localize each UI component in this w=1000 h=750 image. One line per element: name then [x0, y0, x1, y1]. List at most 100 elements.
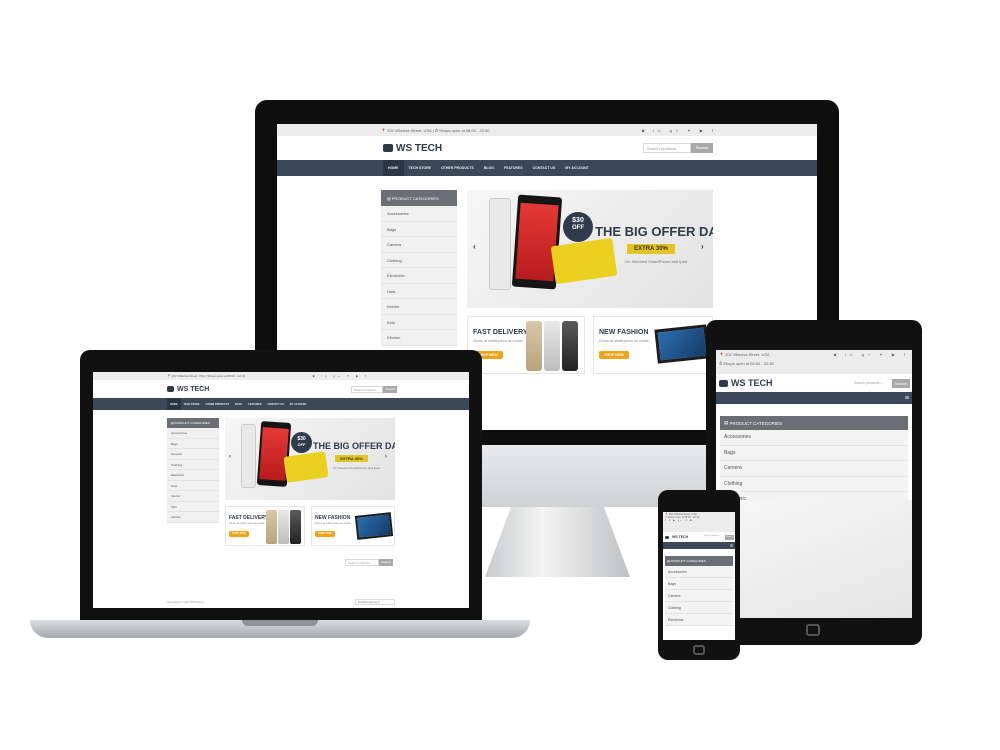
category-item[interactable]: Electronic — [381, 268, 457, 284]
search-input[interactable]: Search products... — [852, 378, 892, 388]
shop-now-button[interactable]: SHOP NOW — [315, 531, 335, 537]
social-icons[interactable]: ◙ in g+ ✦ ▶ f — [313, 374, 369, 378]
categories-title: PRODUCT CATEGORIES — [729, 420, 783, 426]
category-item[interactable]: Accessories — [720, 430, 908, 446]
nav-tech-store[interactable]: TECH STORE — [404, 160, 437, 176]
shop-now-button[interactable]: SHOP NOW — [229, 531, 249, 537]
category-item[interactable]: Kitchen — [167, 512, 219, 523]
category-item[interactable]: Clothing — [665, 602, 733, 614]
search-button[interactable]: Search — [691, 143, 713, 153]
category-item[interactable]: Clothing — [167, 460, 219, 470]
social-icons[interactable]: f ✦ ▶ g+ in ◙ — [665, 519, 733, 522]
top-info-bar: 📍 202 Villavisa Street, USA | Shops open… — [93, 372, 469, 380]
search-button[interactable]: Search — [379, 559, 393, 566]
category-item[interactable]: Clothing — [381, 253, 457, 268]
device-showcase: 📍 202 Villavisa Street, USA | ⏱ Shops op… — [0, 0, 1000, 750]
address-text: 202 Villavisa Street, USA — [171, 374, 205, 378]
hamburger-menu-icon[interactable]: ≡ — [905, 395, 909, 402]
nav-my-account[interactable]: MY ACCOUNT — [560, 160, 594, 176]
category-item[interactable]: Camera — [381, 237, 457, 253]
home-button-icon[interactable] — [806, 624, 820, 636]
chevron-right-icon[interactable]: › — [701, 242, 704, 251]
nav-blog[interactable]: BLOG — [479, 160, 499, 176]
search-button[interactable]: Search — [892, 378, 910, 388]
hamburger-menu-icon[interactable]: ≡ — [730, 543, 733, 549]
main-nav: HOME TECH STORE OTHER PRODUCTS BLOG FEAT… — [277, 160, 817, 176]
badge-price: $30 — [572, 217, 584, 224]
nav-my-account[interactable]: MY ACCOUNT — [287, 398, 310, 410]
site-header: WS TECH Search products... Search — [93, 380, 469, 398]
home-button-icon[interactable] — [693, 645, 705, 655]
category-item[interactable]: Interior — [381, 299, 457, 315]
bottom-search-bar: Search products... Search — [345, 559, 393, 566]
category-item[interactable]: Accessories — [381, 206, 457, 222]
category-item[interactable]: Bags — [381, 222, 457, 237]
phone-yellow-image — [550, 237, 618, 285]
hero-slider[interactable]: $30 OFF THE BIG OFFER DAY EXTRA 30% On Se… — [467, 190, 713, 308]
hero-slider[interactable]: $30 OFF THE BIG OFFER DAY EXTRA 30% On Se… — [225, 418, 395, 500]
site-logo[interactable]: WS TECH — [167, 386, 209, 393]
category-item[interactable]: Accessories — [167, 428, 219, 439]
phone-white-image — [241, 424, 256, 488]
category-item[interactable]: Camera — [720, 461, 908, 477]
hours-text: Shops open at 08:00 - 22:30 — [723, 361, 774, 366]
apple-logo-icon — [537, 460, 561, 488]
location-info: 📍 202 Villavisa Street, USA | Shops open… — [167, 374, 246, 378]
chevron-left-icon[interactable]: ‹ — [473, 242, 476, 251]
category-item[interactable]: Camera — [167, 449, 219, 460]
category-item[interactable]: Kids — [381, 315, 457, 330]
nav-contact-us[interactable]: CONTACT US — [265, 398, 287, 410]
category-item[interactable]: Camera — [665, 590, 733, 602]
phone-gray-image — [290, 510, 301, 544]
nav-other-products[interactable]: OTHER PRODUCTS — [436, 160, 479, 176]
phone-gray-image — [562, 321, 578, 371]
promo-new-fashion[interactable]: NEW FASHION Donec at mattis purus ac orn… — [593, 316, 713, 374]
promo-desc: Donec at mattis purus ac ornare — [229, 522, 265, 525]
category-item[interactable]: Kitchen — [381, 330, 457, 346]
nav-tech-store[interactable]: TECH STORE — [181, 398, 203, 410]
search-button[interactable]: Search — [383, 385, 397, 393]
nav-contact-us[interactable]: CONTACT US — [528, 160, 561, 176]
category-item[interactable]: Electronic — [167, 470, 219, 481]
location-info: 📍 202 Villavisa Street, USA — [719, 352, 770, 357]
category-item[interactable]: Accessories — [665, 566, 733, 578]
category-item[interactable]: Kids — [167, 502, 219, 512]
search-input[interactable]: Search products... — [703, 534, 725, 540]
shop-now-button[interactable]: SHOP NOW — [599, 351, 629, 359]
promo-new-fashion[interactable]: NEW FASHION Donec at mattis purus ac orn… — [311, 506, 395, 546]
search-bar: Search products... Search — [852, 378, 910, 388]
site-logo[interactable]: WS TECH — [665, 535, 688, 539]
nav-home[interactable]: HOME — [167, 398, 181, 410]
category-item[interactable]: Hats — [381, 284, 457, 299]
nav-blog[interactable]: BLOG — [232, 398, 245, 410]
extra-discount: EXTRA 30% — [627, 244, 675, 254]
nav-other-products[interactable]: OTHER PRODUCTS — [203, 398, 232, 410]
logo-icon — [167, 386, 174, 392]
search-input[interactable]: Search products... — [643, 143, 691, 153]
nav-home[interactable]: HOME — [383, 160, 404, 176]
category-item[interactable]: Interior — [167, 491, 219, 502]
category-item[interactable]: Hats — [167, 481, 219, 491]
search-input[interactable]: Search products... — [351, 385, 383, 393]
chevron-right-icon[interactable]: › — [385, 454, 387, 460]
social-icons[interactable]: ◙ in g+ ✦ ▶ f — [834, 352, 909, 357]
social-icons[interactable]: ◙ in g+ ✦ ▶ f — [642, 128, 717, 133]
nav-features[interactable]: FEATURES — [245, 398, 264, 410]
category-item[interactable]: Bags — [167, 439, 219, 449]
tablet-laptop-image — [654, 324, 710, 364]
product-categories: ▤ PRODUCT CATEGORIES Accessories Bags Ca… — [381, 190, 457, 346]
phone-gold-image — [266, 510, 277, 544]
nav-features[interactable]: FEATURES — [499, 160, 528, 176]
search-button[interactable]: Search — [725, 534, 734, 540]
promo-fast-delivery[interactable]: FAST DELIVERY Donec at mattis purus ac o… — [225, 506, 305, 546]
top-info-bar: 📍 202 Villavisa Street, USA | ⏱ Shops op… — [277, 124, 817, 136]
chevron-left-icon[interactable]: ‹ — [229, 454, 231, 460]
site-logo[interactable]: WS TECH — [383, 143, 442, 154]
sort-select[interactable]: Default sorting ▾ — [355, 599, 395, 605]
search-input[interactable]: Search products... — [345, 559, 379, 566]
category-item[interactable]: Bags — [720, 446, 908, 461]
category-item[interactable]: Clothing — [720, 477, 908, 492]
category-item[interactable]: Electronic — [665, 614, 733, 626]
category-item[interactable]: Bags — [665, 578, 733, 590]
site-logo[interactable]: WS TECH — [719, 378, 773, 388]
